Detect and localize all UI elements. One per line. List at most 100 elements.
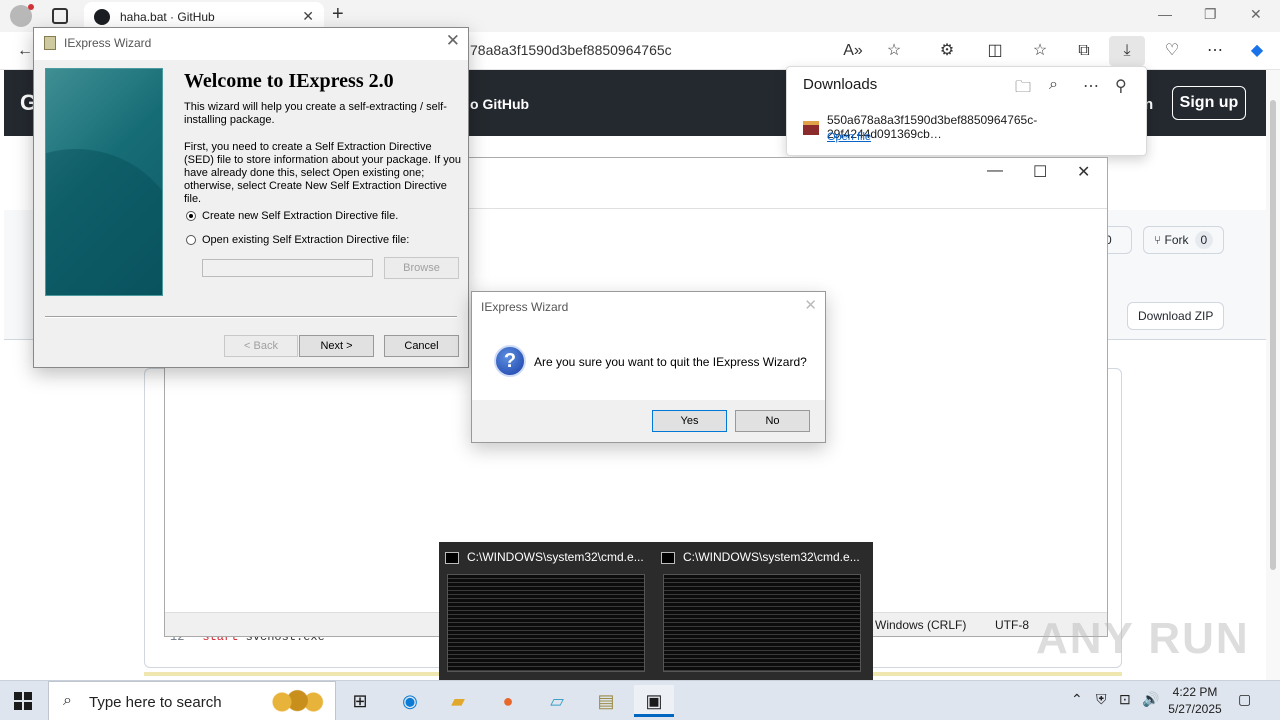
editor-vertical-scrollbar[interactable] bbox=[1093, 208, 1107, 598]
windows-taskbar: ⌕ Type here to search ⊞ ◉ ▰ ● ▱ ▤ ▣ ⌃ ⛨ … bbox=[0, 680, 1280, 720]
sed-path-input[interactable] bbox=[202, 259, 373, 277]
scrollbar-thumb[interactable] bbox=[1270, 100, 1276, 570]
archive-file-icon bbox=[803, 121, 819, 135]
close-window-icon[interactable]: ✕ bbox=[1250, 6, 1262, 23]
downloads-panel: Downloads 🗀 ⌕ ⋯ ⚲ 550a678a8a3f1590d3bef8… bbox=[786, 66, 1147, 156]
cmd-taskbar-icon[interactable]: ▣ bbox=[634, 685, 674, 717]
downloads-icon[interactable]: ⤓ bbox=[1109, 36, 1145, 66]
search-icon[interactable]: ⌕ bbox=[1049, 76, 1058, 94]
github-header-link[interactable]: o GitHub bbox=[470, 96, 529, 112]
network-icon[interactable]: ⊡ bbox=[1119, 691, 1131, 708]
iexpress-app-icon bbox=[44, 36, 56, 50]
taskbar-search-box[interactable]: ⌕ Type here to search bbox=[48, 681, 336, 720]
cmd-window-thumbnail-2[interactable]: C:\WINDOWS\system32\cmd.e... bbox=[657, 548, 861, 674]
radio-create-new[interactable] bbox=[186, 211, 196, 221]
iexpress-wizard-window: IExpress Wizard ✕ Welcome to IExpress 2.… bbox=[33, 27, 469, 368]
open-file-link[interactable]: Open file bbox=[827, 131, 871, 143]
browse-button[interactable]: Browse bbox=[384, 257, 459, 279]
url-field[interactable]: 78a8a3f1590d3bef8850964765c bbox=[470, 42, 672, 58]
tab-close-icon[interactable]: ✕ bbox=[302, 8, 314, 25]
tab-title: haha.bat · GitHub bbox=[120, 10, 215, 24]
cancel-button[interactable]: Cancel bbox=[384, 335, 459, 357]
taskbar-thumbnail-preview: C:\WINDOWS\system32\cmd.e... C:\WINDOWS\… bbox=[439, 542, 873, 680]
copilot-icon[interactable]: ◆ bbox=[1246, 40, 1268, 62]
status-encoding: UTF-8 bbox=[995, 618, 1029, 632]
clock-time: 4:22 PM bbox=[1172, 685, 1218, 699]
fork-button[interactable]: ⑂ Fork 0 bbox=[1143, 226, 1225, 254]
radio-open-existing[interactable] bbox=[186, 235, 196, 245]
collections-icon[interactable]: ⧉ bbox=[1073, 40, 1095, 62]
extensions-icon[interactable]: ⚙ bbox=[936, 40, 958, 62]
more-menu-icon[interactable]: ⋯ bbox=[1204, 40, 1226, 62]
yes-button[interactable]: Yes bbox=[652, 410, 727, 432]
wizard-separator bbox=[45, 316, 457, 318]
wizard-instructions-text: First, you need to create a Self Extract… bbox=[184, 141, 461, 205]
more-options-icon[interactable]: ⋯ bbox=[1083, 76, 1099, 96]
read-aloud-icon[interactable]: A» bbox=[842, 40, 864, 62]
performance-icon[interactable]: ♡ bbox=[1161, 40, 1183, 62]
clock-date: 5/27/2025 bbox=[1168, 702, 1222, 716]
wizard-intro-text: This wizard will help you create a self-… bbox=[184, 101, 447, 126]
confirm-button-area: Yes No bbox=[472, 400, 825, 442]
volume-icon[interactable]: 🔊 bbox=[1142, 691, 1159, 708]
download-zip-button[interactable]: Download ZIP bbox=[1127, 302, 1225, 330]
wizard-title: IExpress Wizard bbox=[64, 36, 152, 50]
github-favicon-icon bbox=[94, 9, 110, 25]
next-button[interactable]: Next > bbox=[299, 335, 374, 357]
cmd-window-title-1: C:\WINDOWS\system32\cmd.e... bbox=[467, 550, 644, 564]
downloads-title: Downloads bbox=[803, 76, 878, 93]
security-icon[interactable]: ⛨ bbox=[1096, 691, 1107, 708]
cmd-window-thumbnail-1[interactable]: C:\WINDOWS\system32\cmd.e... bbox=[441, 548, 645, 674]
minimize-icon[interactable]: — bbox=[1158, 6, 1172, 22]
tab-actions-icon[interactable] bbox=[52, 8, 68, 24]
cmd-window-title-2: C:\WINDOWS\system32\cmd.e... bbox=[683, 550, 860, 564]
editor-minimize-icon[interactable]: — bbox=[987, 162, 1003, 180]
page-scrollbar[interactable] bbox=[1266, 70, 1280, 680]
download-filename[interactable]: 550a678a8a3f1590d3bef8850964765c-29f4244… bbox=[827, 113, 1146, 141]
confirm-title: IExpress Wizard bbox=[481, 300, 569, 314]
fork-label: Fork bbox=[1164, 233, 1189, 247]
sign-up-button[interactable]: Sign up bbox=[1172, 86, 1246, 120]
new-tab-icon[interactable]: + bbox=[332, 3, 344, 26]
editor-close-icon[interactable]: ✕ bbox=[1077, 162, 1090, 182]
edge-icon[interactable]: ◉ bbox=[390, 685, 430, 717]
confirm-close-icon[interactable]: ✕ bbox=[804, 296, 817, 314]
firefox-icon[interactable]: ● bbox=[488, 685, 528, 717]
wizard-banner-image bbox=[45, 68, 163, 296]
favorite-star-icon[interactable]: ☆ bbox=[883, 40, 905, 62]
search-placeholder: Type here to search bbox=[89, 694, 222, 711]
open-folder-icon[interactable]: 🗀 bbox=[1015, 76, 1031, 103]
anyrun-watermark: ANY RUN bbox=[1036, 614, 1250, 663]
task-view-icon[interactable]: ⊞ bbox=[340, 685, 380, 717]
quit-confirm-dialog: IExpress Wizard ✕ ? Are you sure you wan… bbox=[471, 291, 826, 443]
editor-maximize-icon[interactable]: ☐ bbox=[1033, 162, 1047, 182]
file-explorer-icon[interactable]: ▰ bbox=[438, 685, 478, 717]
notifications-icon[interactable]: ▢ bbox=[1238, 691, 1251, 708]
no-button[interactable]: No bbox=[735, 410, 810, 432]
profile-avatar-icon[interactable] bbox=[10, 4, 34, 27]
back-button[interactable]: < Back bbox=[224, 335, 298, 357]
wizard-body: Welcome to IExpress 2.0 This wizard will… bbox=[34, 60, 468, 367]
pin-icon[interactable]: ⚲ bbox=[1115, 76, 1127, 96]
iexpress-icon[interactable]: ▤ bbox=[586, 685, 626, 717]
start-button-icon[interactable] bbox=[14, 692, 32, 710]
question-icon: ? bbox=[494, 345, 526, 377]
radio-open-existing-label[interactable]: Open existing Self Extraction Directive … bbox=[202, 234, 409, 246]
radio-create-new-label[interactable]: Create new Self Extraction Directive fil… bbox=[202, 210, 398, 222]
show-hidden-icons[interactable]: ⌃ bbox=[1071, 691, 1083, 708]
fork-count: 0 bbox=[1194, 231, 1214, 249]
cmd-screen-2 bbox=[663, 574, 861, 672]
wizard-close-icon[interactable]: ✕ bbox=[446, 31, 460, 51]
notepad-icon[interactable]: ▱ bbox=[537, 685, 577, 717]
favorites-icon[interactable]: ☆ bbox=[1029, 40, 1051, 62]
fork-icon: ⑂ bbox=[1154, 233, 1165, 247]
system-clock[interactable]: 4:22 PM 5/27/2025 bbox=[1166, 684, 1224, 718]
split-screen-icon[interactable]: ◫ bbox=[984, 40, 1006, 62]
search-highlight-image bbox=[261, 688, 331, 716]
wizard-heading: Welcome to IExpress 2.0 bbox=[184, 70, 394, 92]
confirm-message: Are you sure you want to quit the IExpre… bbox=[534, 355, 807, 369]
cmd-icon bbox=[445, 552, 459, 564]
restore-icon[interactable]: ❐ bbox=[1204, 6, 1217, 23]
cmd-icon bbox=[661, 552, 675, 564]
search-icon: ⌕ bbox=[63, 692, 72, 709]
